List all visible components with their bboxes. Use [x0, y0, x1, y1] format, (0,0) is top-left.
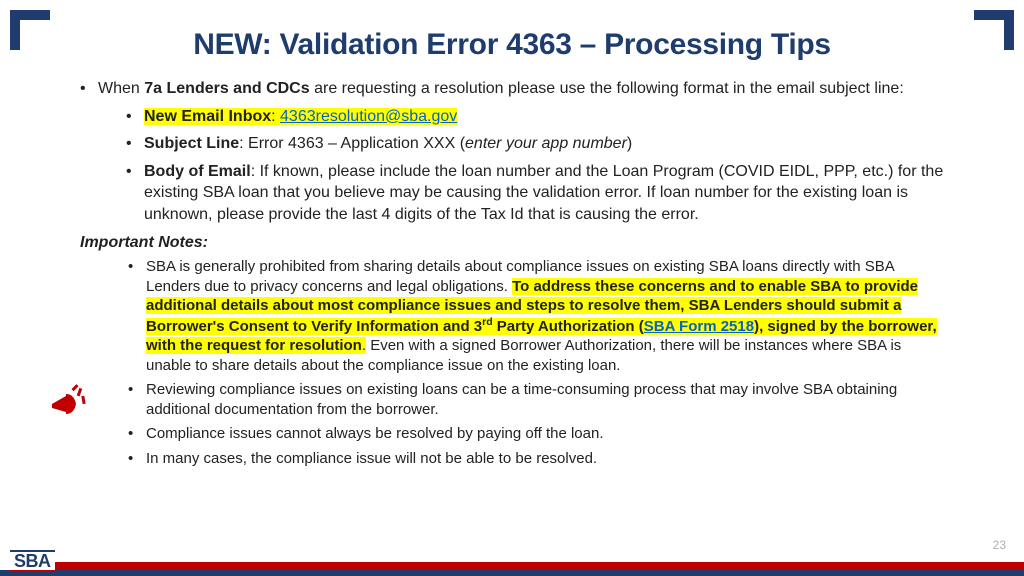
subject-label: Subject Line — [144, 135, 239, 152]
intro-post: are requesting a resolution please use t… — [310, 80, 904, 97]
intro-line: When 7a Lenders and CDCs are requesting … — [80, 78, 944, 226]
corner-top-left — [10, 10, 50, 50]
page-number: 23 — [993, 538, 1006, 552]
email-inbox-item: New Email Inbox: 4363resolution@sba.gov — [126, 106, 944, 128]
sba-form-link[interactable]: SBA Form 2518 — [644, 318, 754, 335]
intro-pre: When — [98, 80, 144, 97]
note-2: Reviewing compliance issues on existing … — [128, 380, 944, 419]
note-3: Compliance issues cannot always be resol… — [128, 424, 944, 444]
subject-italic: enter your app number — [465, 135, 627, 152]
subject-sep: : Error 4363 – Application XXX ( — [239, 135, 465, 152]
footer-bar-red — [54, 562, 1024, 570]
note1-sup: rd — [482, 316, 493, 328]
footer-bar-navy — [0, 570, 1024, 576]
inbox-link[interactable]: 4363resolution@sba.gov — [280, 108, 457, 125]
email-body-item: Body of Email: If known, please include … — [126, 161, 944, 226]
note-4: In many cases, the compliance issue will… — [128, 449, 944, 469]
content-area: When 7a Lenders and CDCs are requesting … — [0, 62, 1024, 468]
inbox-sep: : — [271, 108, 280, 125]
important-notes-header: Important Notes: — [80, 232, 944, 254]
body-text: : If known, please include the loan numb… — [144, 163, 943, 223]
email-subject-item: Subject Line: Error 4363 – Application X… — [126, 133, 944, 155]
sba-logo: SBA — [10, 550, 55, 572]
corner-top-right — [974, 10, 1014, 50]
megaphone-icon — [46, 378, 88, 425]
page-title: NEW: Validation Error 4363 – Processing … — [0, 0, 1024, 62]
notes-header-text: Important Notes — [80, 234, 203, 251]
intro-bold: 7a Lenders and CDCs — [144, 80, 309, 97]
note1-hl2: Party Authorization ( — [493, 318, 644, 335]
footer — [0, 558, 1024, 576]
subject-close: ) — [627, 135, 632, 152]
notes-header-colon: : — [203, 234, 208, 251]
note-1: SBA is generally prohibited from sharing… — [128, 257, 944, 375]
inbox-label: New Email Inbox — [144, 108, 271, 125]
body-label: Body of Email — [144, 163, 251, 180]
